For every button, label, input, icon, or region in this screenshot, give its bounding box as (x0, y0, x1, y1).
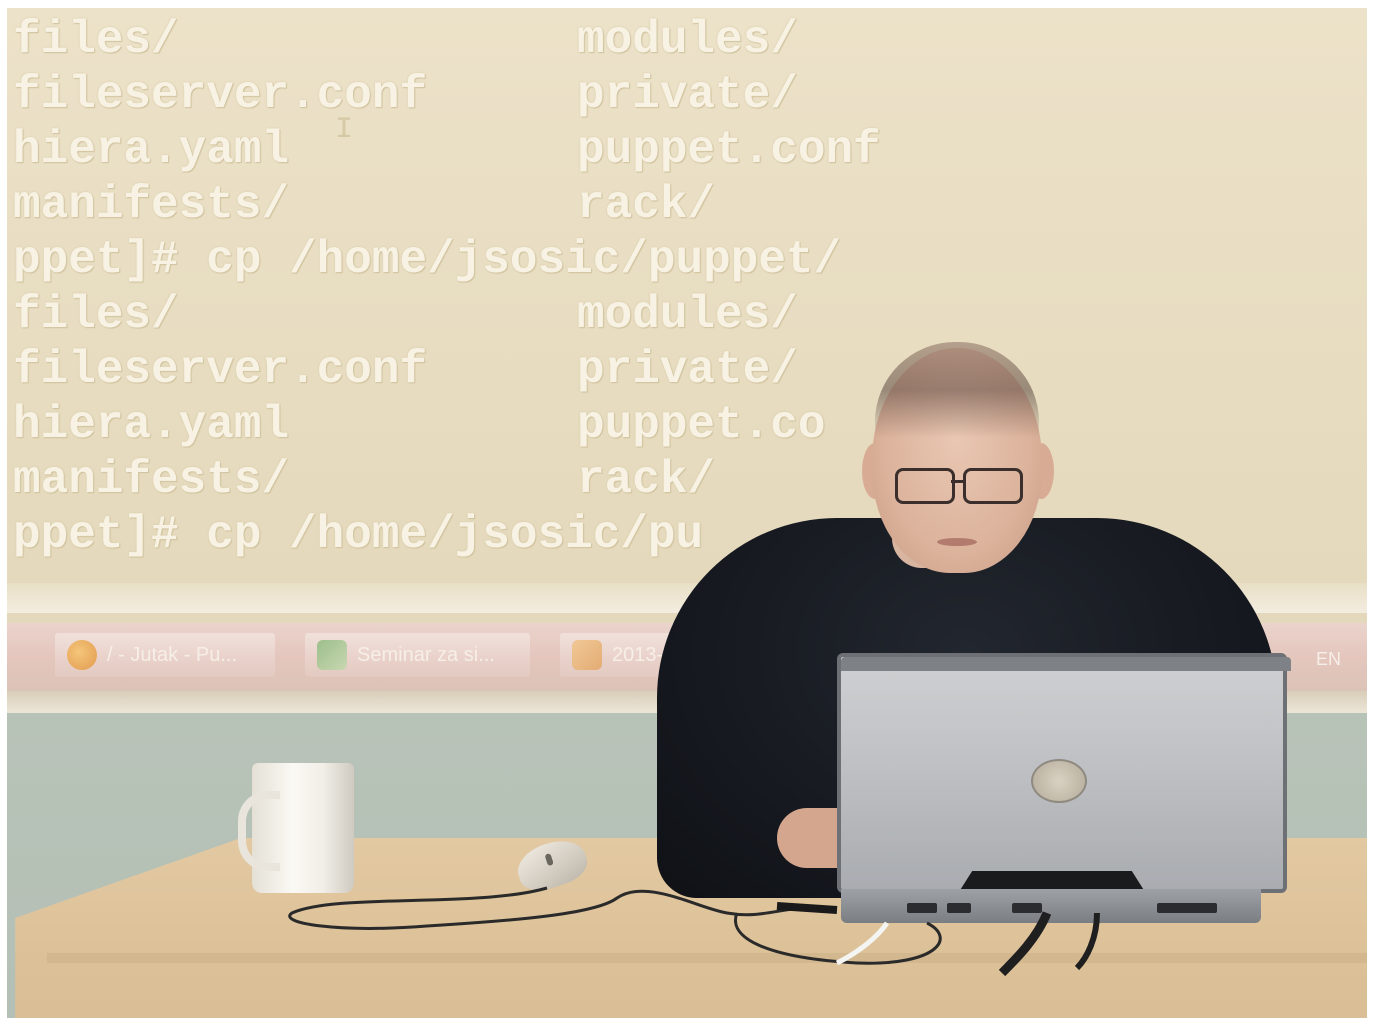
mouth (937, 538, 977, 546)
desk-edge (47, 953, 1367, 963)
taskbar-item-label: Seminar za si... (357, 643, 495, 666)
document-icon (572, 640, 602, 670)
glasses-lens-left (895, 468, 955, 504)
photo: files/modules/ fileserver.conf private/ h… (7, 8, 1367, 1018)
laptop-vent (1157, 903, 1217, 913)
firefox-icon (67, 640, 97, 670)
laptop-port (947, 903, 971, 913)
glasses (895, 468, 1023, 504)
taskbar-item-browser[interactable]: / - Jutak - Pu... (55, 633, 275, 677)
laptop-lid (837, 653, 1291, 893)
laptop (837, 653, 1291, 923)
coffee-mug (238, 763, 354, 893)
laptop-port (907, 903, 937, 913)
terminal-line: files/modules/ (13, 14, 798, 66)
image-viewer-icon (317, 640, 347, 670)
laptop-port (1012, 903, 1042, 913)
terminal-line: files/modules/ (13, 289, 798, 341)
laptop-logo (1031, 759, 1087, 803)
laptop-lid-edge (841, 657, 1291, 671)
glasses-lens-right (963, 468, 1023, 504)
terminal-line: manifests/rack/ (13, 179, 716, 231)
mug-handle (238, 791, 280, 871)
terminal-line: fileserver.conf private/ (13, 69, 798, 121)
language-indicator[interactable]: EN (1316, 649, 1341, 670)
terminal-line: hiera.yaml puppet.conf (13, 124, 881, 176)
terminal-line: ppet]# cp /home/jsosic/puppet/ (13, 234, 842, 286)
mouse-wheel (544, 852, 554, 867)
taskbar-item-label: / - Jutak - Pu... (107, 643, 238, 666)
hair (875, 342, 1039, 462)
taskbar-item-image-viewer[interactable]: Seminar za si... (305, 633, 530, 677)
text-cursor-icon: I (335, 113, 354, 147)
